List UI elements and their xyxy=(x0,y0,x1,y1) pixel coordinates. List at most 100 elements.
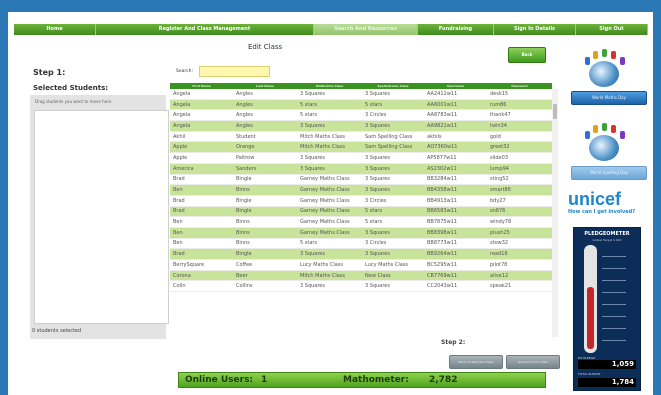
nav-sign-out[interactable]: Sign Out xyxy=(576,24,648,35)
remove-from-class-button[interactable]: Remove From Class xyxy=(506,355,560,369)
search-label: Search: xyxy=(176,69,193,74)
pledgeometer: PLEDGEOMETER Global Target $ 60k MY PLED… xyxy=(573,227,641,391)
cell: Student xyxy=(233,131,297,143)
cell: AA8783w11 xyxy=(424,109,487,122)
search-input[interactable] xyxy=(199,66,270,77)
cell: Apple xyxy=(170,141,233,154)
table-row[interactable]: Corona Beer Mitch Maths Class New Class CB77… xyxy=(170,270,552,282)
table-row[interactable]: Angela Angles 5 stars 5 stars AA6001w11 rum86 xyxy=(170,99,552,111)
table-row[interactable]: Ben Binns Garney Maths Class 3 Squares BB435… xyxy=(170,184,552,196)
table-row[interactable]: Angela Angles 3 Squares 3 Squares AA2412w11 d… xyxy=(170,89,552,100)
cell: Binns xyxy=(233,184,297,196)
world-spelling-day-button[interactable]: World Spelling Day xyxy=(571,166,647,180)
table-row[interactable]: Brad Bingle Garney Maths Class 5 stars BB658… xyxy=(170,206,552,218)
cell: BB4913w11 xyxy=(424,195,487,207)
total-pledge-label: TOTAL PLEDGE xyxy=(578,372,601,376)
table-row[interactable]: BerrySquare Coffee Lucy Maths Class Lucy Ma… xyxy=(170,259,552,271)
online-users-value: 1 xyxy=(261,375,268,385)
selected-students-dropzone[interactable] xyxy=(34,110,169,324)
nav-fundraising[interactable]: Fundraising xyxy=(418,24,494,35)
cell: 3 Circles xyxy=(362,195,424,207)
cell: alive12 xyxy=(487,270,552,282)
table-row[interactable]: Akhil Student Mitch Maths Class Sam Spellin… xyxy=(170,131,552,143)
table-row[interactable]: Ben Binns Garney Maths Class 5 stars BB7875w… xyxy=(170,216,552,228)
cell: Brad xyxy=(170,195,233,207)
cell: Paltrow xyxy=(233,152,297,164)
cell: read16 xyxy=(487,248,552,260)
cell: Bingle xyxy=(233,248,297,260)
cell: Garney Maths Class xyxy=(297,184,362,196)
cell: Ben xyxy=(170,216,233,228)
table-row[interactable]: Brad Bingle Garney Maths Class 3 Circles BB4… xyxy=(170,195,552,207)
nav-register-class-management[interactable]: Register And Class Management xyxy=(96,24,314,35)
cell: Angela xyxy=(170,109,233,122)
step1-heading: Step 1: xyxy=(33,68,66,77)
selected-count: 0 students selected xyxy=(32,328,82,334)
step2-heading: Step 2: xyxy=(441,339,466,346)
table-scrollbar[interactable] xyxy=(552,89,558,337)
table-row[interactable]: Ben Binns Garney Maths Class 3 Squares BB839… xyxy=(170,227,552,239)
move-to-class-button[interactable]: Move To Selected Class xyxy=(449,355,503,369)
table-row[interactable]: Brad Bingle Garney Maths Class 3 Squares BB3… xyxy=(170,174,552,186)
table-row[interactable]: Apple Paltrow 3 Squares 3 Squares AP5877w11 s… xyxy=(170,152,552,164)
cell: pilot78 xyxy=(487,259,552,271)
cell: Garney Maths Class xyxy=(297,174,362,186)
pledgeometer-title: PLEDGEOMETER xyxy=(584,231,630,237)
cell: 3 Squares xyxy=(362,120,424,132)
cell: Angles xyxy=(233,120,297,132)
unicef-logo[interactable]: unicef xyxy=(568,189,621,210)
mathometer-value: 2,782 xyxy=(429,375,458,385)
nav-search-resources[interactable]: Search And Resources xyxy=(314,24,418,35)
table-row[interactable]: Ben Binns 5 stars 3 Circles BB8773w11 stow32 xyxy=(170,238,552,250)
cell: 3 Squares xyxy=(297,89,362,100)
cell: 3 Squares xyxy=(362,163,424,175)
cell: Bingle xyxy=(233,174,297,186)
world-maths-day-button[interactable]: World Maths Day xyxy=(571,91,647,105)
cell: 3 Squares xyxy=(362,280,424,293)
table-row[interactable]: America Sanders 3 Squares 3 Squares AS2302w1… xyxy=(170,163,552,175)
cell: AA9821w11 xyxy=(424,120,487,132)
selected-students-heading: Selected Students: xyxy=(33,84,109,92)
cell: 5 stars xyxy=(297,99,362,111)
cell: BB8773w11 xyxy=(424,238,487,250)
table-row[interactable]: Apple Orange Mitch Maths Class Sam Spelling… xyxy=(170,141,552,154)
cell: Binns xyxy=(233,216,297,228)
cell: Bingle xyxy=(233,195,297,207)
cell: plush25 xyxy=(487,227,552,239)
cell: 3 Squares xyxy=(297,163,362,175)
cell: Angles xyxy=(233,89,297,100)
students-table: First Name Last Name Mathletics Class Sp… xyxy=(170,83,552,293)
cell: Angela xyxy=(170,99,233,111)
cell: Angela xyxy=(170,120,233,132)
table-row[interactable]: Colin Collins 3 Squares 3 Squares CC2043w11 s… xyxy=(170,280,552,293)
cell: sn876 xyxy=(487,206,552,218)
table-row[interactable]: Angela Angles 5 stars 3 Circles AA8783w11 tha… xyxy=(170,109,552,122)
back-button[interactable]: Back xyxy=(508,47,546,63)
cell: Garney Maths Class xyxy=(297,216,362,228)
cell: slide03 xyxy=(487,152,552,164)
table-scrollbar-thumb[interactable] xyxy=(553,104,557,119)
table-row[interactable]: Angela Angles 3 Squares 3 Squares AA9821w11 t… xyxy=(170,120,552,132)
cell: Garney Maths Class xyxy=(297,206,362,218)
cell: gold xyxy=(487,131,552,143)
cell: 3 Circles xyxy=(362,109,424,122)
cell: 3 Squares xyxy=(297,248,362,260)
nav-sign-in-details[interactable]: Sign In Details xyxy=(494,24,576,35)
page-title: Edit Class xyxy=(248,43,283,51)
unicef-get-involved-link[interactable]: How can I get involved? xyxy=(568,209,635,215)
cell: Sam Spelling Class xyxy=(362,131,424,143)
cell: akhils xyxy=(424,131,487,143)
cell: CB7769w11 xyxy=(424,270,487,282)
cell: Angles xyxy=(233,99,297,111)
cell: 3 Circles xyxy=(362,238,424,250)
mathometer-label: Mathometer: xyxy=(343,375,409,385)
nav-home[interactable]: Home xyxy=(14,24,96,35)
thermometer xyxy=(584,245,597,353)
pledgeometer-target: Global Target $ 60k xyxy=(592,238,622,242)
cell: 3 Squares xyxy=(362,89,424,100)
cell: Binns xyxy=(233,227,297,239)
cell: BB9264w11 xyxy=(424,248,487,260)
cell: Mitch Maths Class xyxy=(297,141,362,154)
table-row[interactable]: Brad Bingle 3 Squares 3 Squares BB9264w11 rea… xyxy=(170,248,552,260)
drag-hint: Drag students you want to move here. xyxy=(35,99,113,104)
